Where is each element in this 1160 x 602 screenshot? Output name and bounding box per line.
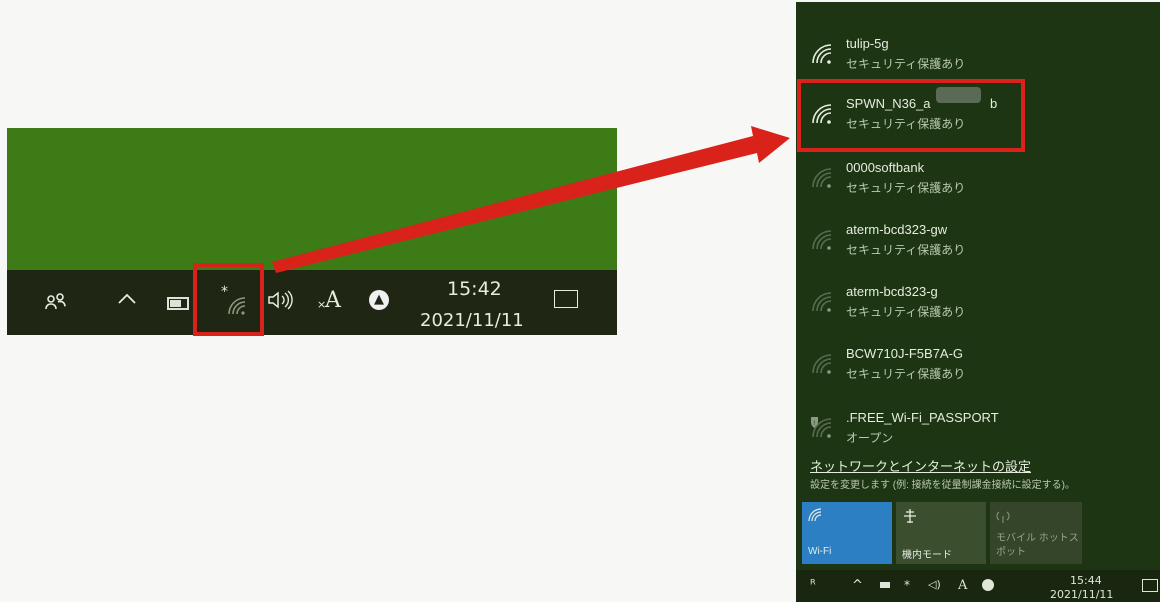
network-item[interactable]: aterm-bcd323-g セキュリティ保護あり	[796, 274, 1160, 336]
notification-icon[interactable]	[1142, 579, 1158, 592]
flyout-taskbar: ᴿ ^ * ◁) A 15:44 2021/11/11	[796, 570, 1160, 602]
network-item[interactable]: aterm-bcd323-gw セキュリティ保護あり	[796, 212, 1160, 274]
wifi-icon-highlight	[193, 263, 264, 336]
flyout-clock-date[interactable]: 2021/11/11	[1050, 588, 1113, 601]
wifi-signal-icon	[810, 166, 834, 194]
taskbar-screenshot: * × A ▲ 15:42 2021/11/11	[7, 128, 617, 335]
volume-icon[interactable]: ◁)	[928, 578, 941, 591]
airplane-mode-toggle[interactable]: 機内モード	[896, 502, 986, 564]
network-settings-description: 設定を変更します (例: 接続を従量制課金接続に設定する)。	[810, 480, 1075, 491]
flyout-clock-time[interactable]: 15:44	[1070, 574, 1102, 587]
taskbar: * × A ▲ 15:42 2021/11/11	[7, 270, 617, 335]
wifi-signal-icon	[810, 290, 834, 318]
wifi-toggle[interactable]: Wi-Fi	[802, 502, 892, 564]
wifi-signal-icon: !	[810, 416, 834, 444]
volume-icon[interactable]	[267, 290, 295, 315]
app-icon[interactable]	[982, 579, 994, 591]
network-item[interactable]: ! .FREE_Wi-Fi_PASSPORT オープン	[796, 400, 1160, 462]
wifi-signal-icon	[810, 42, 834, 70]
ime-icon[interactable]: A	[958, 578, 967, 593]
network-name: .FREE_Wi-Fi_PASSPORT	[846, 410, 999, 425]
ime-label: A	[325, 288, 341, 313]
people-icon[interactable]: ᴿ	[810, 578, 816, 593]
airplane-icon	[902, 508, 918, 528]
wifi-icon[interactable]: *	[904, 578, 910, 592]
network-settings-link[interactable]: ネットワークとインターネットの設定	[810, 456, 1031, 475]
network-status: セキュリティ保護あり	[846, 367, 966, 381]
tile-label: Wi-Fi	[808, 546, 832, 557]
desktop-background	[7, 128, 617, 270]
tile-label: モバイル ホットスポット	[996, 533, 1079, 558]
people-icon[interactable]	[45, 292, 67, 316]
wifi-signal-icon	[810, 352, 834, 380]
network-item[interactable]: BCW710J-F5B7A-G セキュリティ保護あり	[796, 336, 1160, 398]
tile-label: 機内モード	[902, 550, 952, 561]
hotspot-icon	[996, 508, 1010, 528]
chevron-up-icon[interactable]	[117, 286, 137, 311]
clock-time[interactable]: 15:42	[447, 278, 502, 300]
network-name: aterm-bcd323-gw	[846, 222, 948, 237]
svg-text:!: !	[813, 420, 815, 427]
battery-icon[interactable]	[167, 297, 189, 310]
wifi-icon	[808, 508, 822, 526]
clock-date[interactable]: 2021/11/11	[420, 310, 524, 331]
network-name: BCW710J-F5B7A-G	[846, 346, 964, 361]
network-status: セキュリティ保護あり	[846, 57, 966, 71]
wifi-signal-icon	[810, 228, 834, 256]
ime-badge: ×	[317, 298, 327, 311]
battery-icon[interactable]	[880, 582, 890, 588]
network-name: tulip-5g	[846, 36, 889, 51]
network-status: セキュリティ保護あり	[846, 305, 966, 319]
redacted-text	[936, 87, 981, 103]
network-status: セキュリティ保護あり	[846, 243, 966, 257]
network-name: 0000softbank	[846, 160, 925, 175]
ime-icon[interactable]: × A	[317, 288, 341, 313]
network-status: セキュリティ保護あり	[846, 181, 966, 195]
network-status: オープン	[846, 431, 894, 445]
app-icon[interactable]: ▲	[369, 290, 389, 310]
network-item[interactable]: 0000softbank セキュリティ保護あり	[796, 150, 1160, 212]
notification-icon[interactable]	[554, 290, 578, 308]
chevron-up-icon[interactable]: ^	[852, 578, 863, 593]
selected-network-highlight	[797, 79, 1025, 152]
network-name: aterm-bcd323-g	[846, 284, 938, 299]
mobile-hotspot-toggle[interactable]: モバイル ホットスポット	[990, 502, 1082, 564]
